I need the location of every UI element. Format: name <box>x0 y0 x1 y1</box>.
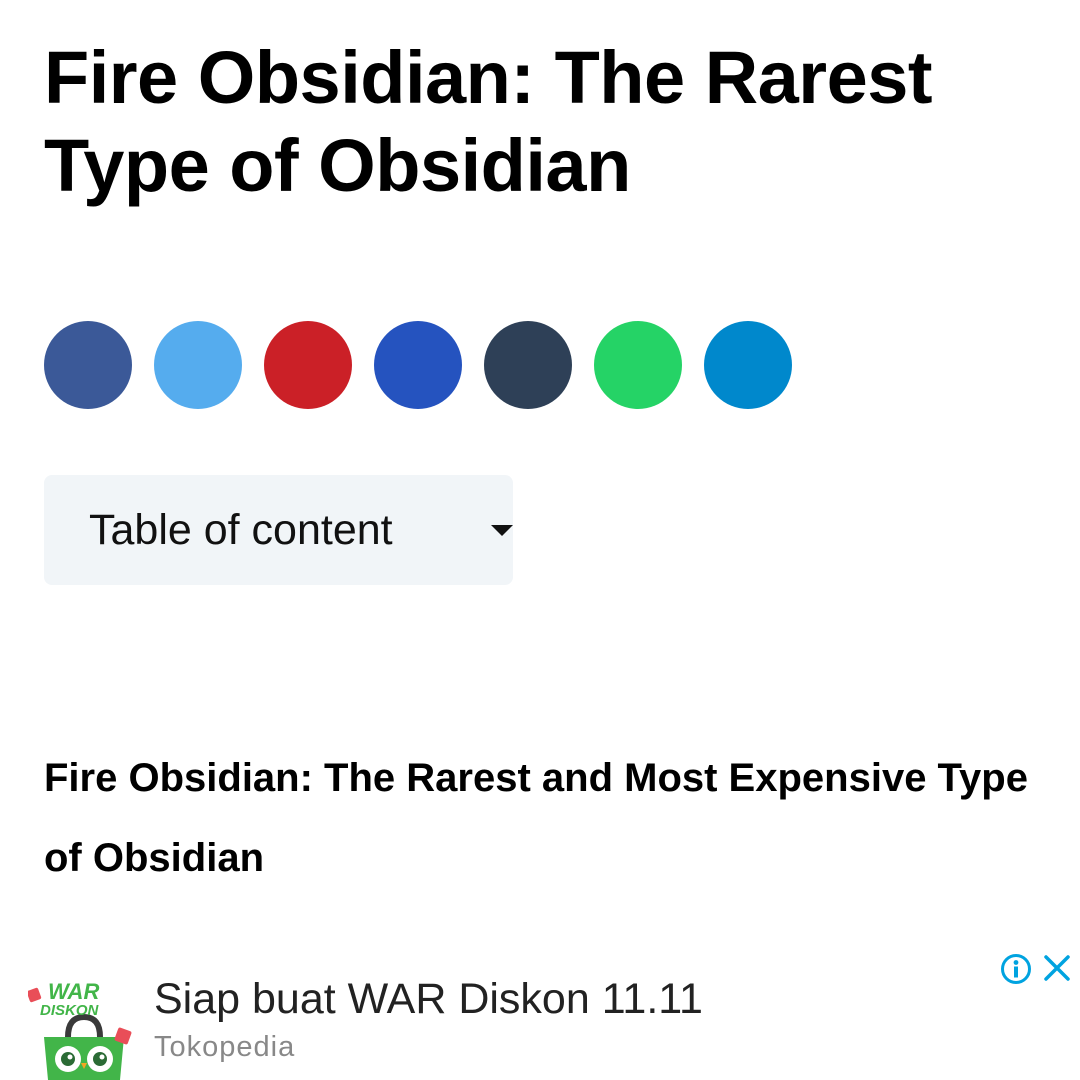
share-button[interactable] <box>374 321 462 409</box>
share-buttons <box>44 321 792 409</box>
ad-advertiser: Tokopedia <box>154 1031 296 1063</box>
toc-label: Table of content <box>89 505 393 554</box>
info-icon[interactable] <box>1000 953 1032 985</box>
close-icon[interactable] <box>1042 953 1072 983</box>
share-button[interactable] <box>484 321 572 409</box>
article-subheading: Fire Obsidian: The Rarest and Most Expen… <box>44 756 1028 880</box>
page-title: Fire Obsidian: The Rarest Type of Obsidi… <box>44 36 933 207</box>
share-button[interactable] <box>264 321 352 409</box>
ad-headline[interactable]: Siap buat WAR Diskon 11.11 <box>154 975 703 1024</box>
tokopedia-logo-icon: WAR DISKON <box>28 979 132 1080</box>
ad-banner[interactable]: WAR DISKON Siap buat WAR Diskon 11.11 To… <box>0 945 1080 1080</box>
logo-text-diskon: DISKON <box>40 1002 100 1019</box>
share-button[interactable] <box>44 321 132 409</box>
share-button[interactable] <box>594 321 682 409</box>
share-button[interactable] <box>704 321 792 409</box>
share-button[interactable] <box>154 321 242 409</box>
logo-text-war: WAR <box>48 979 99 1004</box>
table-of-content-toggle[interactable]: Table of content <box>44 475 513 585</box>
caret-down-icon <box>491 525 513 536</box>
